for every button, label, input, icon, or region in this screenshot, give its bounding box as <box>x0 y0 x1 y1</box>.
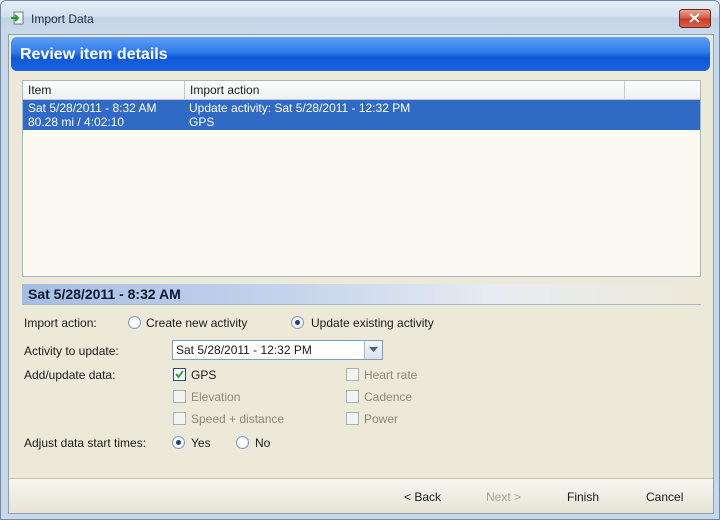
adjust-no-label[interactable]: No <box>255 436 270 450</box>
action-data: GPS <box>189 115 215 129</box>
column-header-import-action[interactable]: Import action <box>185 81 625 99</box>
next-button[interactable]: Next > <box>486 490 521 504</box>
gps-checkbox[interactable] <box>173 368 186 381</box>
import-icon <box>11 11 24 25</box>
import-action-label: Import action: <box>24 316 97 330</box>
cadence-label[interactable]: Cadence <box>364 390 412 404</box>
dropdown-button[interactable] <box>364 341 382 359</box>
import-items-list[interactable]: Item Import action Sat 5/28/2011 - 8:32 … <box>22 80 701 277</box>
action-cell: Update activity: Sat 5/28/2011 - 12:32 P… <box>189 101 410 129</box>
activity-to-update-label: Activity to update: <box>24 344 119 358</box>
item-date: Sat 5/28/2011 - 8:32 AM <box>28 101 157 115</box>
close-icon <box>689 13 700 23</box>
page-title: Review item details <box>20 46 168 63</box>
list-header: Item Import action <box>23 81 700 100</box>
column-header-item[interactable]: Item <box>23 81 185 99</box>
power-checkbox[interactable] <box>346 412 359 425</box>
checkmark-icon <box>175 370 184 379</box>
adjust-no-radio[interactable] <box>236 436 249 449</box>
elevation-label[interactable]: Elevation <box>191 390 240 404</box>
import-data-window: Import Data Review item details Item Imp… <box>0 0 720 520</box>
page-banner: Review item details <box>11 37 710 71</box>
update-existing-activity-label[interactable]: Update existing activity <box>311 316 434 330</box>
chevron-down-icon <box>369 347 378 352</box>
details-title: Sat 5/28/2011 - 8:32 AM <box>28 286 181 302</box>
add-update-data-label: Add/update data: <box>24 368 116 382</box>
action-description: Update activity: Sat 5/28/2011 - 12:32 P… <box>189 101 411 115</box>
list-item[interactable]: Sat 5/28/2011 - 8:32 AM 80.28 mi / 4:02:… <box>23 100 700 130</box>
close-button[interactable] <box>679 9 711 28</box>
gps-label[interactable]: GPS <box>191 368 216 382</box>
item-cell: Sat 5/28/2011 - 8:32 AM 80.28 mi / 4:02:… <box>28 101 157 129</box>
create-new-activity-label[interactable]: Create new activity <box>146 316 247 330</box>
column-header-filler <box>625 81 700 99</box>
speed-distance-checkbox[interactable] <box>173 412 186 425</box>
wizard-footer <box>9 479 713 513</box>
update-existing-activity-radio[interactable] <box>291 316 304 329</box>
adjust-yes-label[interactable]: Yes <box>191 436 211 450</box>
elevation-checkbox[interactable] <box>173 390 186 403</box>
power-label[interactable]: Power <box>364 412 398 426</box>
details-header: Sat 5/28/2011 - 8:32 AM <box>22 284 701 305</box>
cadence-checkbox[interactable] <box>346 390 359 403</box>
create-new-activity-radio[interactable] <box>128 316 141 329</box>
heart-rate-label[interactable]: Heart rate <box>364 368 417 382</box>
heart-rate-checkbox[interactable] <box>346 368 359 381</box>
activity-to-update-dropdown[interactable]: Sat 5/28/2011 - 12:32 PM <box>172 340 383 360</box>
window-title: Import Data <box>31 12 94 26</box>
dialog-body: Review item details Item Import action S… <box>8 34 714 514</box>
cancel-button[interactable]: Cancel <box>646 490 683 504</box>
adjust-yes-radio[interactable] <box>172 436 185 449</box>
activity-to-update-value: Sat 5/28/2011 - 12:32 PM <box>176 343 312 357</box>
speed-distance-label[interactable]: Speed + distance <box>191 412 284 426</box>
adjust-start-times-label: Adjust data start times: <box>24 436 147 450</box>
finish-button[interactable]: Finish <box>567 490 599 504</box>
title-bar[interactable]: Import Data <box>1 1 719 35</box>
item-summary: 80.28 mi / 4:02:10 <box>28 115 125 129</box>
back-button[interactable]: < Back <box>404 490 441 504</box>
